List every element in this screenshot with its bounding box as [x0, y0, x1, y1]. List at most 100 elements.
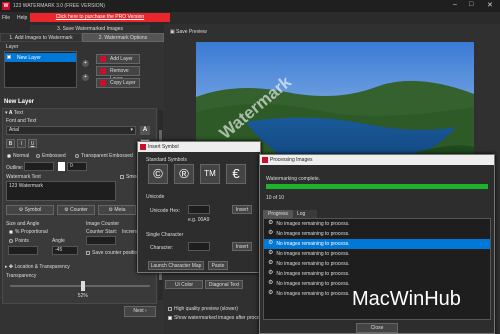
outline-color-swatch[interactable] — [58, 162, 65, 171]
show-after-checkbox[interactable]: Show watermarked images after proce — [168, 315, 260, 321]
tab-log[interactable]: Log — [293, 210, 317, 218]
symbol-registered-button[interactable]: ® — [174, 164, 194, 184]
tab-watermark-options[interactable]: 2. Watermark Options — [82, 33, 164, 42]
outline-value[interactable]: 0 — [67, 162, 87, 171]
mode-transparent-embossed[interactable]: Transparent Embossed — [75, 153, 133, 159]
move-up-icon[interactable]: + — [82, 60, 89, 67]
font-select[interactable]: Arial ▾ — [6, 126, 136, 135]
watermark-text-label: Watermark Text — [6, 174, 41, 180]
tab-add-images[interactable]: 1. Add Images to Watermark — [0, 33, 82, 42]
progress-row[interactable]: ⚙ No images remaining to process. — [264, 259, 490, 269]
layer-heading: Layer — [6, 44, 19, 50]
angle-label: Angle — [52, 238, 65, 244]
symbol-trademark-button[interactable]: TM — [200, 164, 220, 184]
tab-progress[interactable]: Progress — [263, 210, 293, 218]
image-counter-label: Image Counter — [86, 221, 120, 227]
location-section-header[interactable]: ▸ ✥ Location & Transparency — [5, 264, 70, 270]
font-and-text-label: Font and Text — [6, 118, 37, 124]
layer-list[interactable]: New Layer — [4, 51, 77, 88]
title-bar: W 123 WATERMARK 3.0 (FREE VERSION) – □ ✕ — [0, 0, 500, 12]
progress-row[interactable]: ⚙ No images remaining to process. — [264, 269, 490, 279]
size-input[interactable] — [8, 246, 38, 255]
bold-button[interactable]: B — [6, 139, 15, 148]
save-preview-button[interactable]: ▣ Save Preview — [170, 29, 207, 35]
text-section-label: Text — [13, 110, 24, 116]
add-layer-icon — [100, 56, 106, 62]
unicode-hex-input[interactable] — [188, 205, 210, 214]
progress-row-label: No images remaining to process. — [276, 261, 350, 267]
transparency-slider-thumb[interactable] — [80, 281, 85, 291]
menu-help[interactable]: Help — [17, 15, 27, 21]
remove-layer-button[interactable]: Remove Layer — [96, 66, 140, 82]
underline-button[interactable]: U — [28, 139, 37, 148]
insert-symbol-titlebar: Insert Symbol — [138, 142, 260, 152]
processing-titlebar: Processing Images — [260, 155, 494, 165]
gear-icon: ⚙ — [268, 230, 274, 237]
progress-bar-fill — [266, 184, 488, 189]
mode-normal[interactable]: Normal — [7, 153, 29, 159]
font-color-icon[interactable]: A — [140, 126, 150, 135]
transparency-value: 52% — [77, 293, 88, 299]
text-section-header[interactable]: ▾ A Text — [5, 110, 23, 116]
close-button[interactable]: Close — [356, 323, 398, 333]
symbol-button[interactable]: ⚙ Symbol — [6, 205, 54, 215]
progress-row[interactable]: ⚙ No images remaining to process. — [264, 239, 490, 249]
italic-button[interactable]: I — [17, 139, 26, 148]
save-counter-checkbox[interactable]: Save counter position — [86, 250, 140, 256]
symbol-euro-button[interactable]: € — [226, 164, 246, 184]
outline-input[interactable] — [24, 162, 54, 171]
outline-label: Outline: — [6, 165, 24, 171]
progress-row[interactable]: ⚙ No images remaining to process. — [264, 219, 490, 229]
pct-proportional-radio[interactable]: % Proportional — [9, 229, 48, 235]
mode-embossed[interactable]: Embossed — [36, 153, 66, 159]
layer-item[interactable]: New Layer — [5, 53, 76, 62]
location-icon: ✥ — [8, 264, 14, 270]
insert-unicode-button[interactable]: Insert — [232, 205, 252, 214]
purchase-pro-button[interactable]: Click here to purchase the PRO Version — [30, 13, 170, 22]
launch-character-map-button[interactable]: Launch Character Map — [148, 261, 204, 270]
progress-row-label: No images remaining to process. — [276, 251, 350, 257]
counter-start-input[interactable] — [86, 236, 116, 245]
paste-button[interactable]: Paste — [208, 261, 228, 270]
insert-character-button[interactable]: Insert — [232, 242, 252, 251]
processing-title: Processing Images — [270, 157, 313, 163]
transparency-label: Transparency — [6, 273, 37, 279]
gear-icon: ⚙ — [268, 260, 274, 267]
move-down-icon[interactable]: + — [82, 74, 89, 81]
ui-color-button[interactable]: Ui Color — [165, 280, 203, 289]
menu-bar: File Help Click here to purchase the PRO… — [0, 12, 500, 23]
insert-symbol-dialog: Insert Symbol Standard Symbols © ® TM € … — [137, 141, 261, 273]
progress-row[interactable]: ⚙ No images remaining to process. — [264, 229, 490, 239]
font-value: Arial — [9, 127, 20, 133]
status-text: Watermarking complete. — [266, 176, 320, 182]
close-icon[interactable]: ✕ — [487, 1, 493, 9]
angle-input[interactable]: -45 — [52, 246, 78, 255]
menu-file[interactable]: File — [2, 15, 10, 21]
hq-preview-checkbox[interactable]: High quality preview (slower) — [168, 306, 238, 312]
layer-item-label: New Layer — [17, 55, 41, 61]
gear-icon: ⚙ — [268, 290, 274, 297]
unicode-hex-label: Unicode Hex: — [150, 208, 181, 214]
gear-icon: ⚙ — [268, 220, 274, 227]
add-layer-button[interactable]: Add Layer — [96, 54, 140, 64]
processing-app-icon — [262, 157, 268, 163]
points-radio[interactable]: Points — [9, 238, 29, 244]
progress-row[interactable]: ⚙ No images remaining to process. — [264, 249, 490, 259]
dropdown-icon: ▾ — [130, 127, 133, 133]
tab-save-watermarked[interactable]: 3. Save Watermarked Images — [30, 25, 150, 33]
single-character-label: Single Character — [146, 232, 184, 238]
unicode-example: e.g. 00A9 — [188, 217, 210, 223]
watermark-text-input[interactable]: 123 Watermark — [6, 181, 116, 201]
maximize-icon[interactable]: □ — [469, 1, 473, 8]
character-input[interactable] — [188, 242, 210, 251]
layer-checkbox[interactable] — [7, 55, 11, 59]
copy-layer-icon — [100, 80, 106, 86]
next-button[interactable]: Next › — [124, 306, 156, 317]
counter-button[interactable]: ⚙ Counter — [57, 205, 95, 215]
character-label: Character: — [150, 245, 174, 251]
symbol-copyright-button[interactable]: © — [148, 164, 168, 184]
copy-layer-button[interactable]: Copy Layer — [96, 78, 140, 88]
meta-button[interactable]: ⚙ Meta — [98, 205, 136, 215]
diagonal-text-button[interactable]: Diagonal Text — [205, 280, 243, 289]
minimize-icon[interactable]: – — [453, 1, 457, 8]
